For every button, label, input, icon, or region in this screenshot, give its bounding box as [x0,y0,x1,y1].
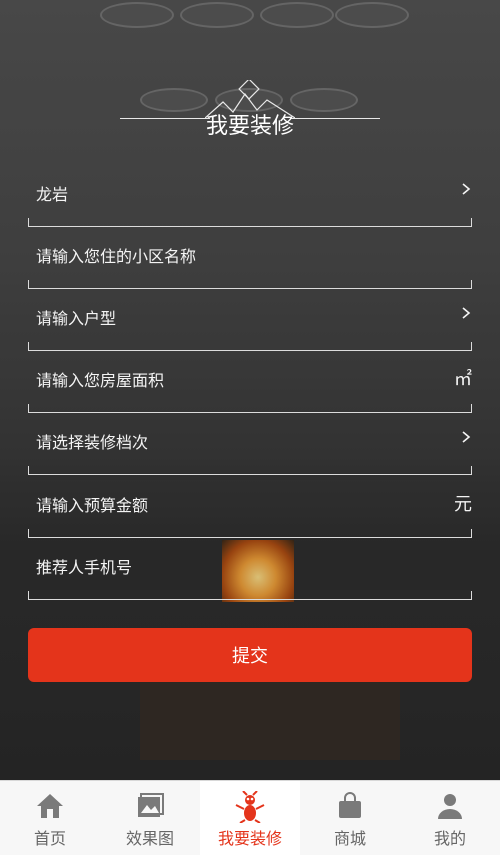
house-area-placeholder: 请输入您房屋面积 [36,371,165,390]
house-type-placeholder: 请输入户型 [36,309,117,328]
tab-gallery[interactable]: 效果图 [100,781,200,855]
referrer-phone-placeholder: 推荐人手机号 [36,558,133,577]
renovation-grade-select[interactable]: 请选择装修档次 [28,413,472,475]
bottom-tab-bar: 首页 效果图 我要装修 商城 我的 [0,780,500,855]
tab-home[interactable]: 首页 [0,781,100,855]
referrer-phone-input[interactable]: 推荐人手机号 [28,538,472,600]
tab-profile-label: 我的 [433,829,466,848]
community-name-input[interactable]: 请输入您住的小区名称 [28,227,472,289]
tab-home-label: 首页 [33,829,66,848]
tab-profile[interactable]: 我的 [400,781,500,855]
field-underline [28,342,472,351]
community-name-placeholder: 请输入您住的小区名称 [36,247,197,266]
city-select-label: 龙岩 [36,185,69,204]
renovation-grade-placeholder: 请选择装修档次 [36,433,149,452]
budget-placeholder: 请输入预算金额 [36,496,149,515]
currency-unit-suffix: 元 [454,494,472,515]
home-icon [37,794,63,818]
chevron-right-icon [462,431,471,443]
tab-renovate[interactable]: 我要装修 [200,781,300,855]
tab-mall[interactable]: 商城 [300,781,400,855]
house-type-select[interactable]: 请输入户型 [28,289,472,351]
gallery-icon [138,793,164,817]
shopping-bag-icon [339,792,361,818]
field-underline [28,466,472,475]
submit-button[interactable]: 提交 [28,628,472,682]
user-icon [438,794,462,819]
chevron-right-icon [462,307,471,319]
renovate-mascot-icon [235,791,265,823]
city-select[interactable]: 龙岩 [28,165,472,227]
chevron-right-icon [462,183,471,195]
tab-mall-label: 商城 [333,829,366,848]
tab-gallery-label: 效果图 [125,829,174,848]
field-underline [28,529,472,538]
budget-input[interactable]: 请输入预算金额 元 [28,476,472,538]
field-underline [28,280,472,289]
house-area-input[interactable]: 请输入您房屋面积 ㎡ [28,351,472,413]
area-unit-suffix: ㎡ [454,369,472,390]
field-underline [28,591,472,600]
tab-renovate-label: 我要装修 [217,829,282,848]
field-underline [28,218,472,227]
page-title: 我要装修 [205,114,294,139]
field-underline [28,404,472,413]
